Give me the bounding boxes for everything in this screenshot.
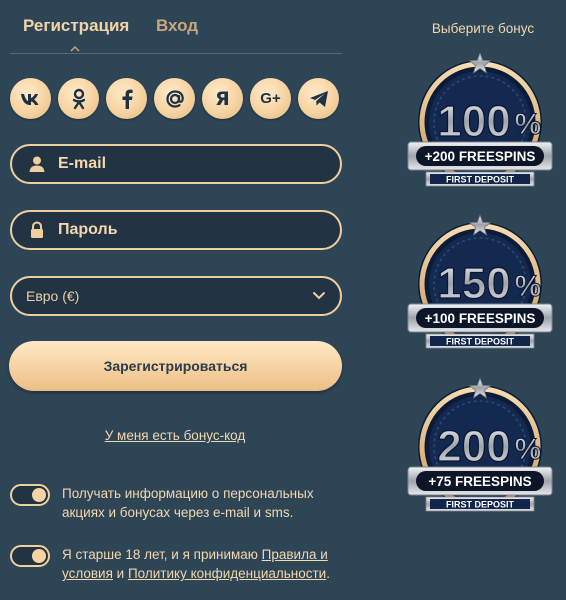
age-consent-text: Я старше 18 лет, и я принимаю Правила и … xyxy=(62,545,342,583)
promo-consent-toggle[interactable] xyxy=(10,484,50,506)
active-tab-caret-icon xyxy=(70,45,80,52)
first-deposit-label: FIRST DEPOSIT xyxy=(446,500,515,510)
social-login-row: Я G+ xyxy=(10,78,342,120)
tab-login[interactable]: Вход xyxy=(156,16,198,36)
first-deposit-label: FIRST DEPOSIT xyxy=(446,337,515,347)
register-button[interactable]: Зарегистрироваться xyxy=(9,341,342,391)
privacy-policy-link[interactable]: Политику конфиденциальности xyxy=(128,566,326,581)
bonus-percent-sign: % xyxy=(515,433,542,466)
freespins-label: +200 FREESPINS xyxy=(425,149,536,164)
telegram-button[interactable] xyxy=(298,78,339,119)
chevron-down-icon xyxy=(313,292,325,300)
vk-icon xyxy=(20,93,38,105)
currency-select[interactable]: Евро (€) xyxy=(10,276,342,316)
bonus-percent: 100 xyxy=(437,97,510,146)
toggle-knob xyxy=(32,549,46,563)
user-icon xyxy=(29,156,45,172)
toggle-knob xyxy=(32,488,46,502)
bonus-offer-1[interactable]: 100% +200 FREESPINS FIRST DEPOSIT xyxy=(404,50,556,200)
odnoklassniki-icon xyxy=(72,88,85,109)
freespins-label: +75 FREESPINS xyxy=(428,474,531,489)
bonus-badge-graphic: 200 % +75 FREESPINS FIRST DEPOSIT xyxy=(407,376,553,512)
facebook-button[interactable] xyxy=(106,78,147,119)
age-consent-toggle[interactable] xyxy=(10,545,50,567)
password-field[interactable]: Пароль xyxy=(10,210,342,250)
bonus-percent: 150 xyxy=(437,259,510,308)
age-consent-suffix: . xyxy=(326,566,330,581)
promo-consent-text: Получать информацию о персональных акция… xyxy=(62,486,314,520)
email-placeholder: E-mail xyxy=(58,155,107,172)
facebook-icon xyxy=(122,89,133,109)
bonus-badge-graphic: 100 % +200 FREESPINS FIRST DEPOSIT xyxy=(407,51,553,187)
bonus-percent-sign: % xyxy=(515,108,542,141)
vk-button[interactable] xyxy=(10,78,51,119)
password-placeholder: Пароль xyxy=(58,221,118,238)
bonus-offer-2[interactable]: 150% +100 FREESPINS FIRST DEPOSIT xyxy=(404,212,556,362)
yandex-button[interactable]: Я xyxy=(202,78,243,119)
bonus-section-title: Выберите бонус xyxy=(431,21,535,36)
lock-icon xyxy=(31,221,43,238)
bonus-percent-sign: % xyxy=(515,270,542,303)
auth-tabs: Регистрация Вход xyxy=(10,0,342,54)
currency-value: Евро (€) xyxy=(26,288,80,304)
odnoklassniki-button[interactable] xyxy=(58,78,99,119)
bonus-badge-graphic: 150 % +100 FREESPINS FIRST DEPOSIT xyxy=(407,213,553,349)
first-deposit-label: FIRST DEPOSIT xyxy=(446,175,515,185)
tab-register[interactable]: Регистрация xyxy=(23,16,129,36)
bonus-percent: 200 xyxy=(437,422,510,471)
google-plus-icon: G+ xyxy=(260,90,281,107)
freespins-label: +100 FREESPINS xyxy=(425,311,536,326)
mail-ru-icon xyxy=(165,89,184,108)
google-plus-button[interactable]: G+ xyxy=(250,78,291,119)
age-consent-prefix: Я старше 18 лет, и я принимаю xyxy=(62,547,262,562)
yandex-icon: Я xyxy=(215,87,230,110)
bonus-code-link[interactable]: У меня есть бонус-код xyxy=(0,428,350,443)
registration-page: Регистрация Вход Я G+ E-mail Пароль Евро… xyxy=(0,0,566,600)
age-consent-and: и xyxy=(112,566,128,581)
telegram-icon xyxy=(309,90,328,107)
bonus-offer-3[interactable]: 200% +75 FREESPINS FIRST DEPOSIT xyxy=(404,375,556,525)
email-field[interactable]: E-mail xyxy=(10,144,342,184)
mail-ru-button[interactable] xyxy=(154,78,195,119)
